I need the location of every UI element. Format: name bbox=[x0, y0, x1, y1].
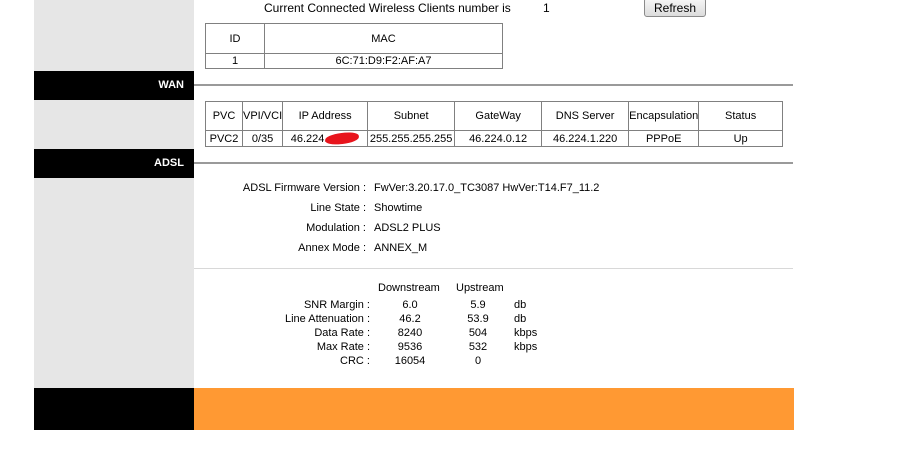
crc-label: CRC : bbox=[340, 355, 370, 367]
data-rate-unit: kbps bbox=[514, 327, 538, 339]
table-row: PVC2 0/35 46.224. 255.255.255.255 46.224… bbox=[205, 130, 783, 147]
adsl-divider bbox=[194, 162, 793, 164]
snr-margin-unit: db bbox=[514, 299, 527, 311]
data-rate-up: 504 bbox=[468, 327, 488, 339]
header-status: Status bbox=[698, 101, 783, 131]
annex-mode-label: Annex Mode : bbox=[298, 242, 366, 254]
wan-gateway: 46.224.0.12 bbox=[454, 130, 543, 147]
modulation-value: ADSL2 PLUS bbox=[374, 222, 441, 234]
wan-status: Up bbox=[698, 130, 783, 147]
header-pvc: PVC bbox=[205, 101, 243, 131]
line-state-label: Line State : bbox=[310, 202, 366, 214]
wan-encapsulation: PPPoE bbox=[628, 130, 700, 147]
wan-dns: 46.224.1.220 bbox=[541, 130, 630, 147]
client-mac: 6C:71:D9:F2:AF:A7 bbox=[264, 53, 503, 69]
downstream-header: Downstream bbox=[378, 282, 440, 294]
header-gateway: GateWay bbox=[454, 101, 543, 131]
wan-divider bbox=[194, 84, 793, 86]
wan-ip-cell: 46.224. bbox=[282, 130, 369, 147]
line-attenuation-up: 53.9 bbox=[467, 313, 489, 325]
header-encapsulation: Encapsulation bbox=[628, 101, 700, 131]
line-stats: SNR Margin : 6.0 5.9 db Line Attenuation… bbox=[194, 299, 794, 369]
upstream-header: Upstream bbox=[456, 282, 504, 294]
footer-accent-bar bbox=[194, 388, 794, 430]
redaction-scribble bbox=[324, 131, 360, 146]
max-rate-unit: kbps bbox=[514, 341, 538, 353]
line-state-value: Showtime bbox=[374, 202, 423, 214]
left-sidebar bbox=[34, 0, 194, 388]
header-ip-address: IP Address bbox=[282, 101, 369, 131]
firmware-label: ADSL Firmware Version : bbox=[242, 182, 366, 194]
stats-divider bbox=[194, 268, 793, 269]
wan-section-title: WAN bbox=[34, 71, 194, 100]
modulation-label: Modulation : bbox=[306, 222, 366, 234]
data-rate-label: Data Rate : bbox=[314, 327, 370, 339]
snr-margin-down: 6.0 bbox=[402, 299, 418, 311]
wan-ip-address: 46.224. bbox=[290, 132, 328, 145]
line-attenuation-label: Line Attenuation : bbox=[284, 313, 370, 325]
wan-subnet: 255.255.255.255 bbox=[367, 130, 456, 147]
wireless-clients-label: Current Connected Wireless Clients numbe… bbox=[264, 1, 511, 15]
crc-down: 16054 bbox=[394, 355, 426, 367]
data-rate-down: 8240 bbox=[397, 327, 423, 339]
line-attenuation-down: 46.2 bbox=[399, 313, 421, 325]
firmware-value: FwVer:3.20.17.0_TC3087 HwVer:T14.F7_11.2 bbox=[374, 182, 600, 194]
refresh-button[interactable]: Refresh bbox=[644, 0, 706, 17]
max-rate-down: 9536 bbox=[397, 341, 423, 353]
wan-table: PVC VPI/VCI IP Address Subnet GateWay DN… bbox=[205, 101, 783, 147]
wireless-clients-count: 1 bbox=[543, 1, 550, 15]
max-rate-label: Max Rate : bbox=[316, 341, 370, 353]
client-id: 1 bbox=[205, 53, 265, 69]
crc-up: 0 bbox=[474, 355, 482, 367]
header-subnet: Subnet bbox=[367, 101, 456, 131]
snr-margin-up: 5.9 bbox=[470, 299, 486, 311]
header-mac: MAC bbox=[264, 23, 503, 54]
snr-margin-label: SNR Margin : bbox=[303, 299, 370, 311]
line-attenuation-unit: db bbox=[514, 313, 527, 325]
wan-pvc: PVC2 bbox=[205, 130, 243, 147]
header-vpi-vci: VPI/VCI bbox=[241, 101, 284, 131]
table-row: 1 6C:71:D9:F2:AF:A7 bbox=[205, 53, 503, 69]
annex-mode-value: ANNEX_M bbox=[374, 242, 428, 254]
header-id: ID bbox=[205, 23, 265, 54]
header-dns-server: DNS Server bbox=[541, 101, 630, 131]
adsl-section-title: ADSL bbox=[34, 149, 194, 178]
footer-left-bar bbox=[34, 388, 194, 430]
max-rate-up: 532 bbox=[468, 341, 488, 353]
wireless-clients-table: ID MAC 1 6C:71:D9:F2:AF:A7 bbox=[205, 23, 503, 69]
wan-vpi-vci: 0/35 bbox=[241, 130, 284, 147]
